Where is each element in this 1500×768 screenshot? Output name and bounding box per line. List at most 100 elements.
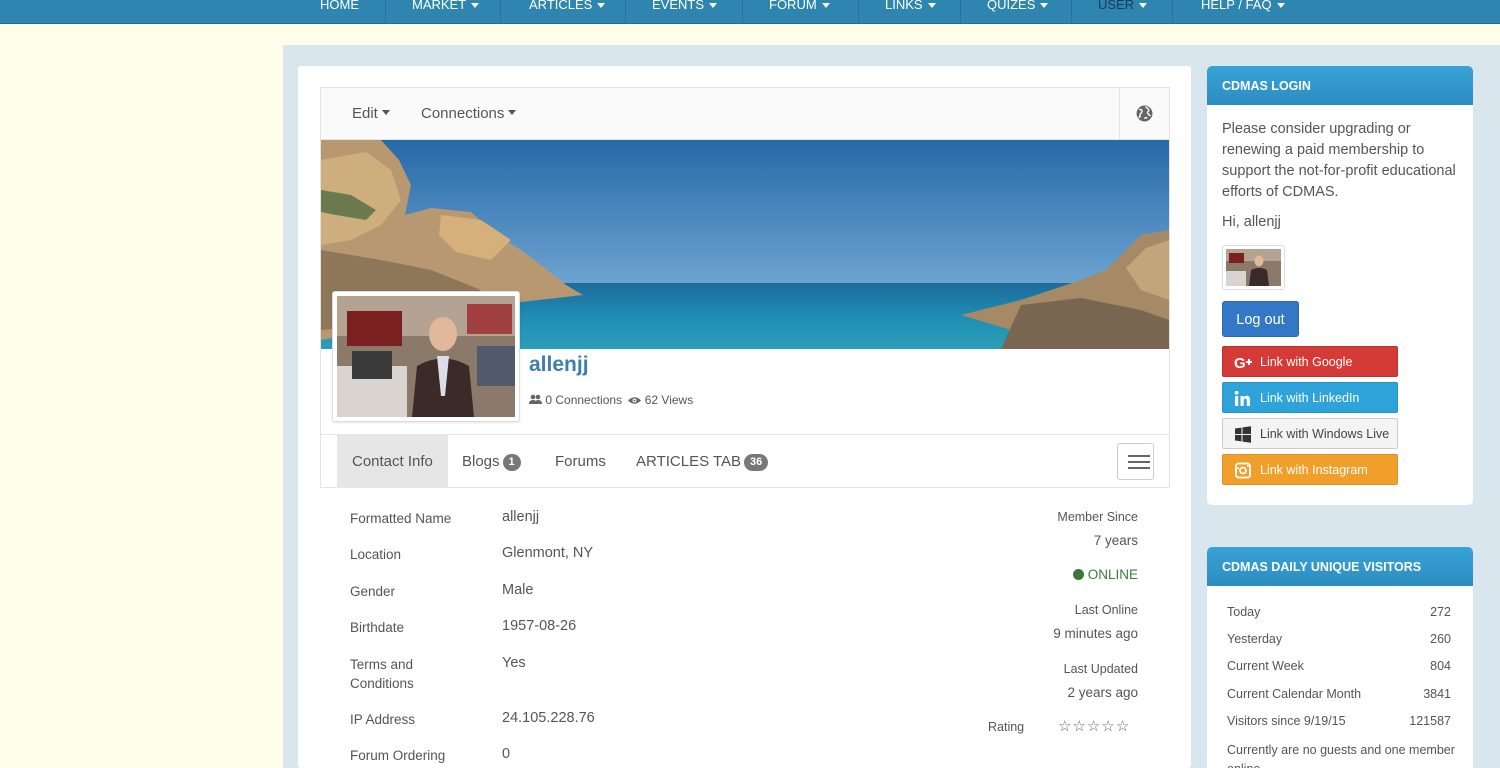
member-since-label: Member Since bbox=[1057, 510, 1138, 524]
link-linkedin-button[interactable]: Link with LinkedIn bbox=[1222, 382, 1398, 413]
globe-icon bbox=[1136, 105, 1153, 122]
nav-user[interactable]: USER bbox=[1098, 0, 1148, 24]
visitors-row-value: 3841 bbox=[1423, 687, 1451, 701]
visitors-row-value: 804 bbox=[1430, 659, 1451, 673]
profile-username[interactable]: allenjj bbox=[529, 353, 589, 377]
tab-blogs[interactable]: Blogs 1 bbox=[462, 435, 521, 488]
visitors-row: Today 272 bbox=[1227, 605, 1451, 619]
visitors-row-value: 260 bbox=[1430, 632, 1451, 646]
online-dot-icon bbox=[1072, 569, 1084, 580]
caret-down-icon bbox=[709, 3, 718, 8]
hamburger-icon-bar bbox=[1128, 461, 1150, 463]
globe-button[interactable] bbox=[1119, 88, 1169, 139]
tab-label: ARTICLES TAB bbox=[636, 453, 742, 470]
visitors-row: Current Calendar Month 3841 bbox=[1227, 687, 1451, 701]
link-instagram-label: Link with Instagram bbox=[1260, 463, 1368, 477]
edit-menu-button[interactable]: Edit bbox=[352, 105, 390, 122]
visitors-row-label: Visitors since 9/19/15 bbox=[1227, 714, 1346, 728]
online-status-text: ONLINE bbox=[1087, 567, 1138, 582]
field-value-birthdate: 1957-08-26 bbox=[502, 618, 577, 634]
star-icon[interactable]: ☆ bbox=[1072, 718, 1086, 735]
rating-stars[interactable]: ☆☆☆☆☆ bbox=[1058, 717, 1130, 735]
visitors-row-value: 272 bbox=[1430, 605, 1451, 619]
star-icon[interactable]: ☆ bbox=[1101, 718, 1115, 735]
nav-market[interactable]: MARKET bbox=[412, 0, 480, 24]
profile-toolbar: Edit Connections bbox=[321, 88, 1169, 140]
star-icon[interactable]: ☆ bbox=[1116, 718, 1130, 735]
nav-home[interactable]: HOME bbox=[320, 0, 359, 24]
svg-text:G: G bbox=[1234, 355, 1246, 371]
user-avatar[interactable] bbox=[1222, 245, 1285, 290]
tab-articles[interactable]: ARTICLES TAB 36 bbox=[636, 435, 769, 488]
google-plus-icon: G bbox=[1234, 355, 1252, 371]
connections-menu-button[interactable]: Connections bbox=[421, 105, 517, 122]
tab-label: Forums bbox=[555, 453, 606, 470]
caret-down-icon bbox=[471, 3, 480, 8]
tab-badge: 36 bbox=[744, 454, 769, 471]
nav-articles-label: ARTICLES bbox=[529, 0, 593, 12]
link-google-label: Link with Google bbox=[1260, 355, 1353, 369]
visitors-module: CDMAS DAILY UNIQUE VISITORS Today 272 Yes… bbox=[1207, 547, 1473, 768]
profile-avatar[interactable] bbox=[332, 291, 520, 422]
star-icon[interactable]: ☆ bbox=[1058, 718, 1072, 735]
connections-count[interactable]: 0 Connections bbox=[545, 393, 622, 407]
tab-badge: 1 bbox=[502, 454, 521, 471]
link-windows-live-label: Link with Windows Live bbox=[1260, 427, 1390, 441]
visitors-row-label: Yesterday bbox=[1227, 632, 1283, 646]
visitors-row: Yesterday 260 bbox=[1227, 632, 1451, 646]
link-instagram-button[interactable]: Link with Instagram bbox=[1222, 454, 1398, 485]
last-online-value: 9 minutes ago bbox=[1053, 626, 1138, 641]
tab-forums[interactable]: Forums bbox=[555, 435, 606, 488]
link-windows-live-button[interactable]: Link with Windows Live bbox=[1222, 418, 1398, 449]
nav-divider bbox=[500, 0, 501, 24]
tabs-menu-button[interactable] bbox=[1117, 443, 1154, 480]
field-label-terms: Terms and Conditions bbox=[350, 657, 414, 691]
caret-down-icon bbox=[927, 3, 936, 8]
nav-divider bbox=[742, 0, 743, 24]
nav-articles[interactable]: ARTICLES bbox=[529, 0, 606, 24]
last-online-label: Last Online bbox=[1074, 603, 1138, 617]
field-value-formatted-name: allenjj bbox=[502, 509, 540, 525]
visitors-row: Visitors since 9/19/15 121587 bbox=[1227, 714, 1451, 728]
nav-events-label: EVENTS bbox=[652, 0, 705, 12]
membership-message: Please consider upgrading or renewing a … bbox=[1222, 121, 1456, 200]
logout-button[interactable]: Log out bbox=[1222, 301, 1299, 337]
nav-user-label: USER bbox=[1098, 0, 1135, 12]
nav-links[interactable]: LINKS bbox=[885, 0, 936, 24]
nav-forum[interactable]: FORUM bbox=[769, 0, 830, 24]
nav-help-faq-label: HELP / FAQ bbox=[1201, 0, 1272, 12]
tab-label: Contact Info bbox=[352, 453, 433, 470]
rating-label: Rating bbox=[988, 720, 1025, 734]
caret-down-icon bbox=[508, 110, 517, 115]
visitors-row-value: 121587 bbox=[1409, 714, 1451, 728]
nav-events[interactable]: EVENTS bbox=[652, 0, 718, 24]
visitors-row-label: Current Calendar Month bbox=[1227, 687, 1362, 701]
hamburger-icon-bar bbox=[1128, 467, 1150, 469]
field-label-ip-address: IP Address bbox=[350, 712, 416, 727]
caret-down-icon bbox=[821, 3, 830, 8]
star-icon[interactable]: ☆ bbox=[1087, 718, 1101, 735]
profile-stats: 0 Connections 62 Views bbox=[529, 393, 693, 407]
last-updated-value: 2 years ago bbox=[1067, 685, 1138, 700]
caret-down-icon bbox=[597, 3, 606, 8]
connections-label: Connections bbox=[421, 105, 505, 122]
nav-divider bbox=[625, 0, 626, 24]
caret-down-icon bbox=[381, 110, 390, 115]
nav-quizes[interactable]: QUIZES bbox=[987, 0, 1049, 24]
instagram-icon bbox=[1235, 462, 1251, 479]
field-value-location: Glenmont, NY bbox=[502, 545, 594, 561]
visitors-module-title: CDMAS DAILY UNIQUE VISITORS bbox=[1207, 547, 1473, 586]
nav-help-faq[interactable]: HELP / FAQ bbox=[1201, 0, 1285, 24]
field-value-ip-address: 24.105.228.76 bbox=[502, 710, 595, 726]
tab-contact-info[interactable]: Contact Info bbox=[337, 435, 448, 488]
nav-divider bbox=[1071, 0, 1072, 24]
field-label-formatted-name: Formatted Name bbox=[350, 511, 452, 526]
edit-label: Edit bbox=[352, 105, 378, 122]
nav-divider bbox=[385, 0, 386, 24]
nav-home-label: HOME bbox=[320, 0, 359, 12]
link-google-button[interactable]: G Link with Google bbox=[1222, 346, 1398, 377]
online-status: ONLINE bbox=[1072, 567, 1138, 582]
nav-divider bbox=[858, 0, 859, 24]
profile-box: Edit Connections allenjj 0 Connections 6… bbox=[320, 87, 1170, 488]
link-linkedin-label: Link with LinkedIn bbox=[1260, 391, 1360, 405]
